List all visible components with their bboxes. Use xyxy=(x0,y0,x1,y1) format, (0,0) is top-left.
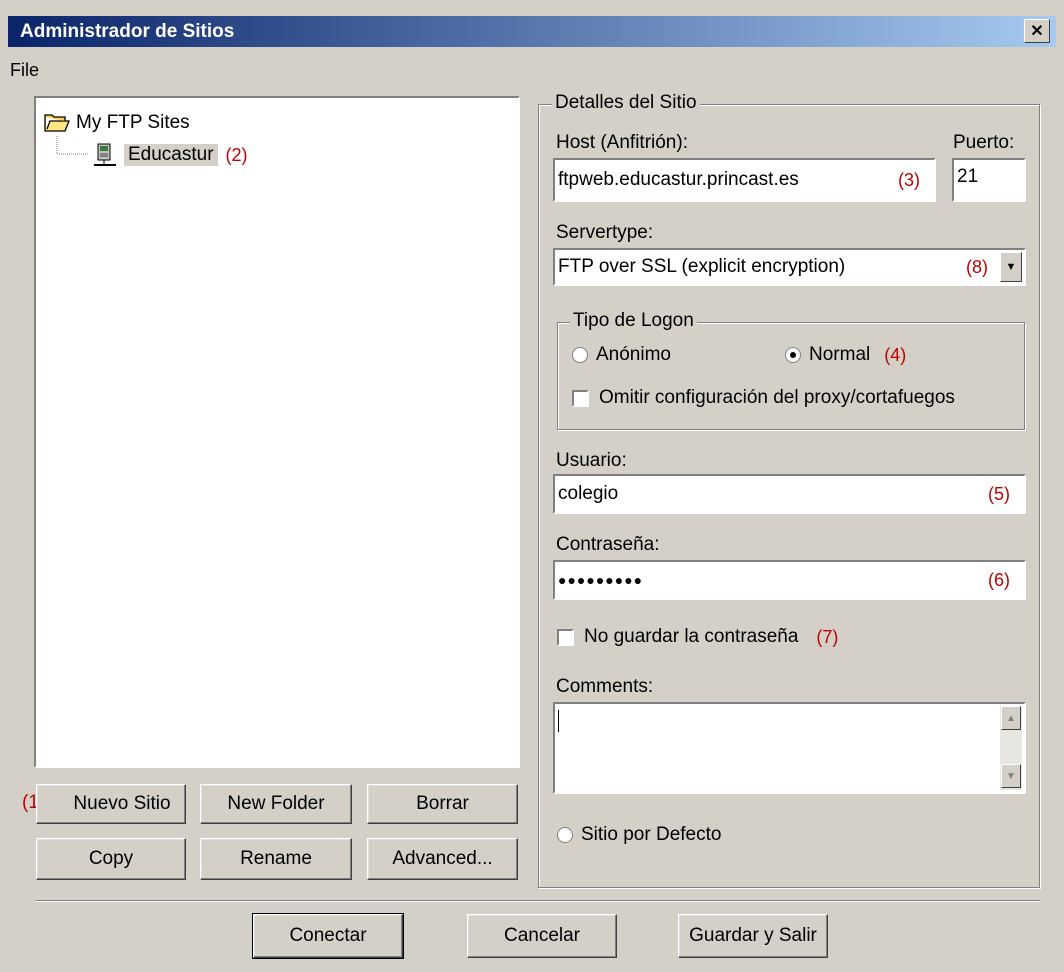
copy-button[interactable]: Copy xyxy=(36,838,186,880)
comments-label: Comments: xyxy=(556,676,654,697)
password-input[interactable]: ●●●●●●●●● (6) xyxy=(553,560,1026,600)
site-details-legend: Detalles del Sitio xyxy=(552,92,700,114)
usuario-input[interactable]: colegio (5) xyxy=(553,474,1026,514)
servertype-label: Servertype: xyxy=(556,222,654,243)
annotation-3: (3) xyxy=(898,169,920,190)
folder-open-icon xyxy=(44,114,70,132)
radio-anonimo[interactable]: Anónimo xyxy=(572,344,671,366)
no-guardar-checkbox[interactable]: No guardar la contraseña (7) xyxy=(557,626,838,648)
no-guardar-label: No guardar la contraseña xyxy=(584,626,799,647)
chevron-down-icon: ▼ xyxy=(1005,261,1017,273)
password-value: ●●●●●●●●● xyxy=(558,572,644,588)
annotation-2: (2) xyxy=(225,144,248,165)
arrow-down-icon: ▼ xyxy=(1006,770,1016,782)
sitio-defecto-circle[interactable] xyxy=(557,827,573,843)
borrar-button[interactable]: Borrar xyxy=(367,784,518,824)
omitir-proxy-check[interactable] xyxy=(572,389,589,407)
nuevo-sitio-label: Nuevo Sitio xyxy=(73,793,171,814)
advanced-button[interactable]: Advanced... xyxy=(367,838,518,880)
cancelar-button[interactable]: Cancelar xyxy=(467,914,617,958)
comments-textarea[interactable]: ▲ ▼ xyxy=(553,702,1026,794)
window-title: Administrador de Sitios xyxy=(20,21,235,42)
tree-item-label: Educastur xyxy=(124,144,218,166)
usuario-label: Usuario: xyxy=(556,450,627,471)
annotation-5: (5) xyxy=(988,483,1010,504)
title-bar: Administrador de Sitios ✕ xyxy=(8,16,1056,47)
scroll-up-button[interactable]: ▲ xyxy=(1001,706,1021,730)
password-label: Contraseña: xyxy=(556,534,660,555)
usuario-value: colegio xyxy=(558,483,619,504)
radio-normal-circle[interactable] xyxy=(785,347,801,363)
servertype-value: FTP over SSL (explicit encryption) xyxy=(558,256,846,277)
sitio-defecto-label: Sitio por Defecto xyxy=(581,824,722,845)
port-label: Puerto: xyxy=(953,132,1015,153)
logon-type-group xyxy=(557,322,1025,430)
rename-button[interactable]: Rename xyxy=(200,838,352,880)
server-icon xyxy=(94,143,116,166)
servertype-select[interactable]: FTP over SSL (explicit encryption) (8) ▼ xyxy=(553,248,1026,286)
omitir-proxy-label: Omitir configuración del proxy/cortafueg… xyxy=(599,387,955,408)
host-input[interactable]: ftpweb.educastur.princast.es (3) xyxy=(553,158,936,202)
logon-type-legend: Tipo de Logon xyxy=(570,310,697,332)
no-guardar-check[interactable] xyxy=(557,628,574,646)
annotation-8: (8) xyxy=(966,256,988,277)
tree-root-my-ftp-sites[interactable]: My FTP Sites xyxy=(44,112,190,134)
host-value: ftpweb.educastur.princast.es xyxy=(558,169,799,190)
nuevo-sitio-button[interactable]: Nuevo Sitio xyxy=(36,784,186,824)
conectar-button[interactable]: Conectar xyxy=(252,913,404,959)
scroll-down-button[interactable]: ▼ xyxy=(1001,764,1021,788)
arrow-up-icon: ▲ xyxy=(1006,712,1016,724)
tree-item-educastur[interactable]: Educastur (2) xyxy=(92,142,248,168)
bottom-separator xyxy=(36,900,1040,902)
annotation-6: (6) xyxy=(988,569,1010,590)
omitir-proxy-checkbox[interactable]: Omitir configuración del proxy/cortafueg… xyxy=(572,387,955,409)
guardar-salir-button[interactable]: Guardar y Salir xyxy=(678,914,828,958)
close-icon: ✕ xyxy=(1030,23,1044,40)
menu-file[interactable]: File xyxy=(10,60,39,80)
new-folder-button[interactable]: New Folder xyxy=(200,784,352,824)
comments-scrollbar[interactable]: ▲ ▼ xyxy=(1000,706,1022,790)
text-cursor xyxy=(558,710,559,732)
port-value: 21 xyxy=(957,166,979,187)
annotation-4: (4) xyxy=(884,344,907,365)
radio-anonimo-circle[interactable] xyxy=(572,347,588,363)
port-input[interactable]: 21 xyxy=(952,158,1026,202)
tree-connector-lines xyxy=(56,136,88,155)
annotation-7: (7) xyxy=(816,626,839,647)
radio-normal-label: Normal xyxy=(809,344,871,365)
menu-bar: File xyxy=(10,60,39,84)
tree-root-label: My FTP Sites xyxy=(76,112,190,133)
site-tree[interactable]: My FTP Sites Educastur (2) xyxy=(34,96,520,768)
close-button[interactable]: ✕ xyxy=(1024,19,1050,43)
radio-normal[interactable]: Normal (4) xyxy=(785,344,906,366)
sitio-defecto-radio[interactable]: Sitio por Defecto xyxy=(557,824,721,846)
radio-selected-dot xyxy=(790,352,796,358)
host-label: Host (Anfitrión): xyxy=(556,132,688,153)
radio-anonimo-label: Anónimo xyxy=(596,344,671,365)
site-manager-window: Administrador de Sitios ✕ File My FTP Si… xyxy=(0,0,1064,972)
dropdown-button[interactable]: ▼ xyxy=(1000,252,1022,282)
